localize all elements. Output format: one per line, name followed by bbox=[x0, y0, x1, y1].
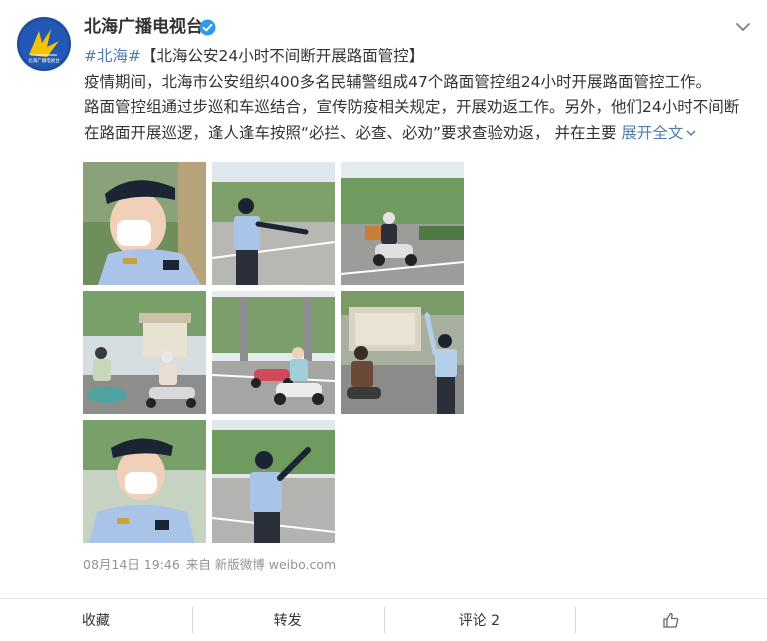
image-officer-directing-traffic[interactable] bbox=[212, 162, 335, 285]
post-title: 【北海公安24小时不间断开展路面管控】 bbox=[140, 47, 425, 65]
image-officer-closeup[interactable] bbox=[83, 420, 206, 543]
image-officer-raising-arm[interactable] bbox=[212, 420, 335, 543]
favorite-button[interactable]: 收藏 bbox=[0, 599, 192, 641]
post-source: 来自 新版微博 weibo.com bbox=[185, 557, 337, 572]
weibo-post-card: 北海广播电视台 北海广播电视台 #北海#【北海公安24小时不间断开展路面管控】 … bbox=[0, 0, 767, 641]
image-scooters-at-intersection[interactable] bbox=[212, 291, 335, 414]
author-avatar[interactable]: 北海广播电视台 bbox=[17, 17, 71, 71]
post-text: #北海#【北海公安24小时不间断开展路面管控】 疫情期间，北海市公安组织400多… bbox=[84, 44, 740, 147]
author-name[interactable]: 北海广播电视台 bbox=[84, 14, 203, 40]
post-line-2: 路面管控组通过步巡和车巡结合，宣传防疫相关规定，开展劝返工作。另外，他们24小时… bbox=[84, 98, 740, 116]
chevron-down-icon[interactable] bbox=[734, 18, 752, 36]
svg-text:北海广播电视台: 北海广播电视台 bbox=[28, 57, 60, 64]
repost-button[interactable]: 转发 bbox=[191, 599, 384, 641]
post-title-line: #北海#【北海公安24小时不间断开展路面管控】 bbox=[84, 44, 734, 70]
post-time[interactable]: 08月14日 19:46 bbox=[83, 557, 180, 572]
image-scooter-rider-on-road[interactable] bbox=[341, 162, 464, 285]
post-line-1: 疫情期间，北海市公安组织400多名民辅警组成47个路面管控组24小时开展路面管控… bbox=[84, 72, 712, 91]
comment-button[interactable]: 评论 2 bbox=[383, 599, 576, 641]
expand-label: 展开全文 bbox=[621, 123, 684, 142]
repost-label: 转发 bbox=[273, 613, 302, 629]
like-button[interactable] bbox=[575, 599, 767, 641]
comment-label: 评论 2 bbox=[458, 613, 501, 629]
thumbs-up-icon bbox=[663, 612, 679, 628]
beihai-tv-logo-icon: 北海广播电视台 bbox=[17, 17, 71, 71]
image-riders-at-bus-stop[interactable] bbox=[83, 291, 206, 414]
action-bar: 收藏 转发 评论 2 bbox=[0, 598, 767, 641]
topic-link[interactable]: #北海# bbox=[84, 47, 141, 65]
expand-full-text-link[interactable]: 展开全文 bbox=[621, 124, 697, 142]
image-officer-waving-at-rider[interactable] bbox=[341, 291, 464, 414]
image-police-officer-portrait[interactable] bbox=[83, 162, 206, 285]
verified-badge-icon bbox=[199, 19, 216, 36]
favorite-label: 收藏 bbox=[81, 613, 110, 629]
post-line-3-text: 在路面开展巡逻，逢人逢车按照“必拦、必查、必劝”要求查验劝返， 并在主要 bbox=[84, 123, 622, 142]
post-meta: 08月14日 19:46 来自 新版微博 weibo.com bbox=[83, 556, 336, 574]
post-line-3: 在路面开展巡逻，逢人逢车按照“必拦、必查、必劝”要求查验劝返， 并在主要 展开全… bbox=[84, 121, 734, 147]
chevron-down-icon bbox=[686, 129, 696, 136]
